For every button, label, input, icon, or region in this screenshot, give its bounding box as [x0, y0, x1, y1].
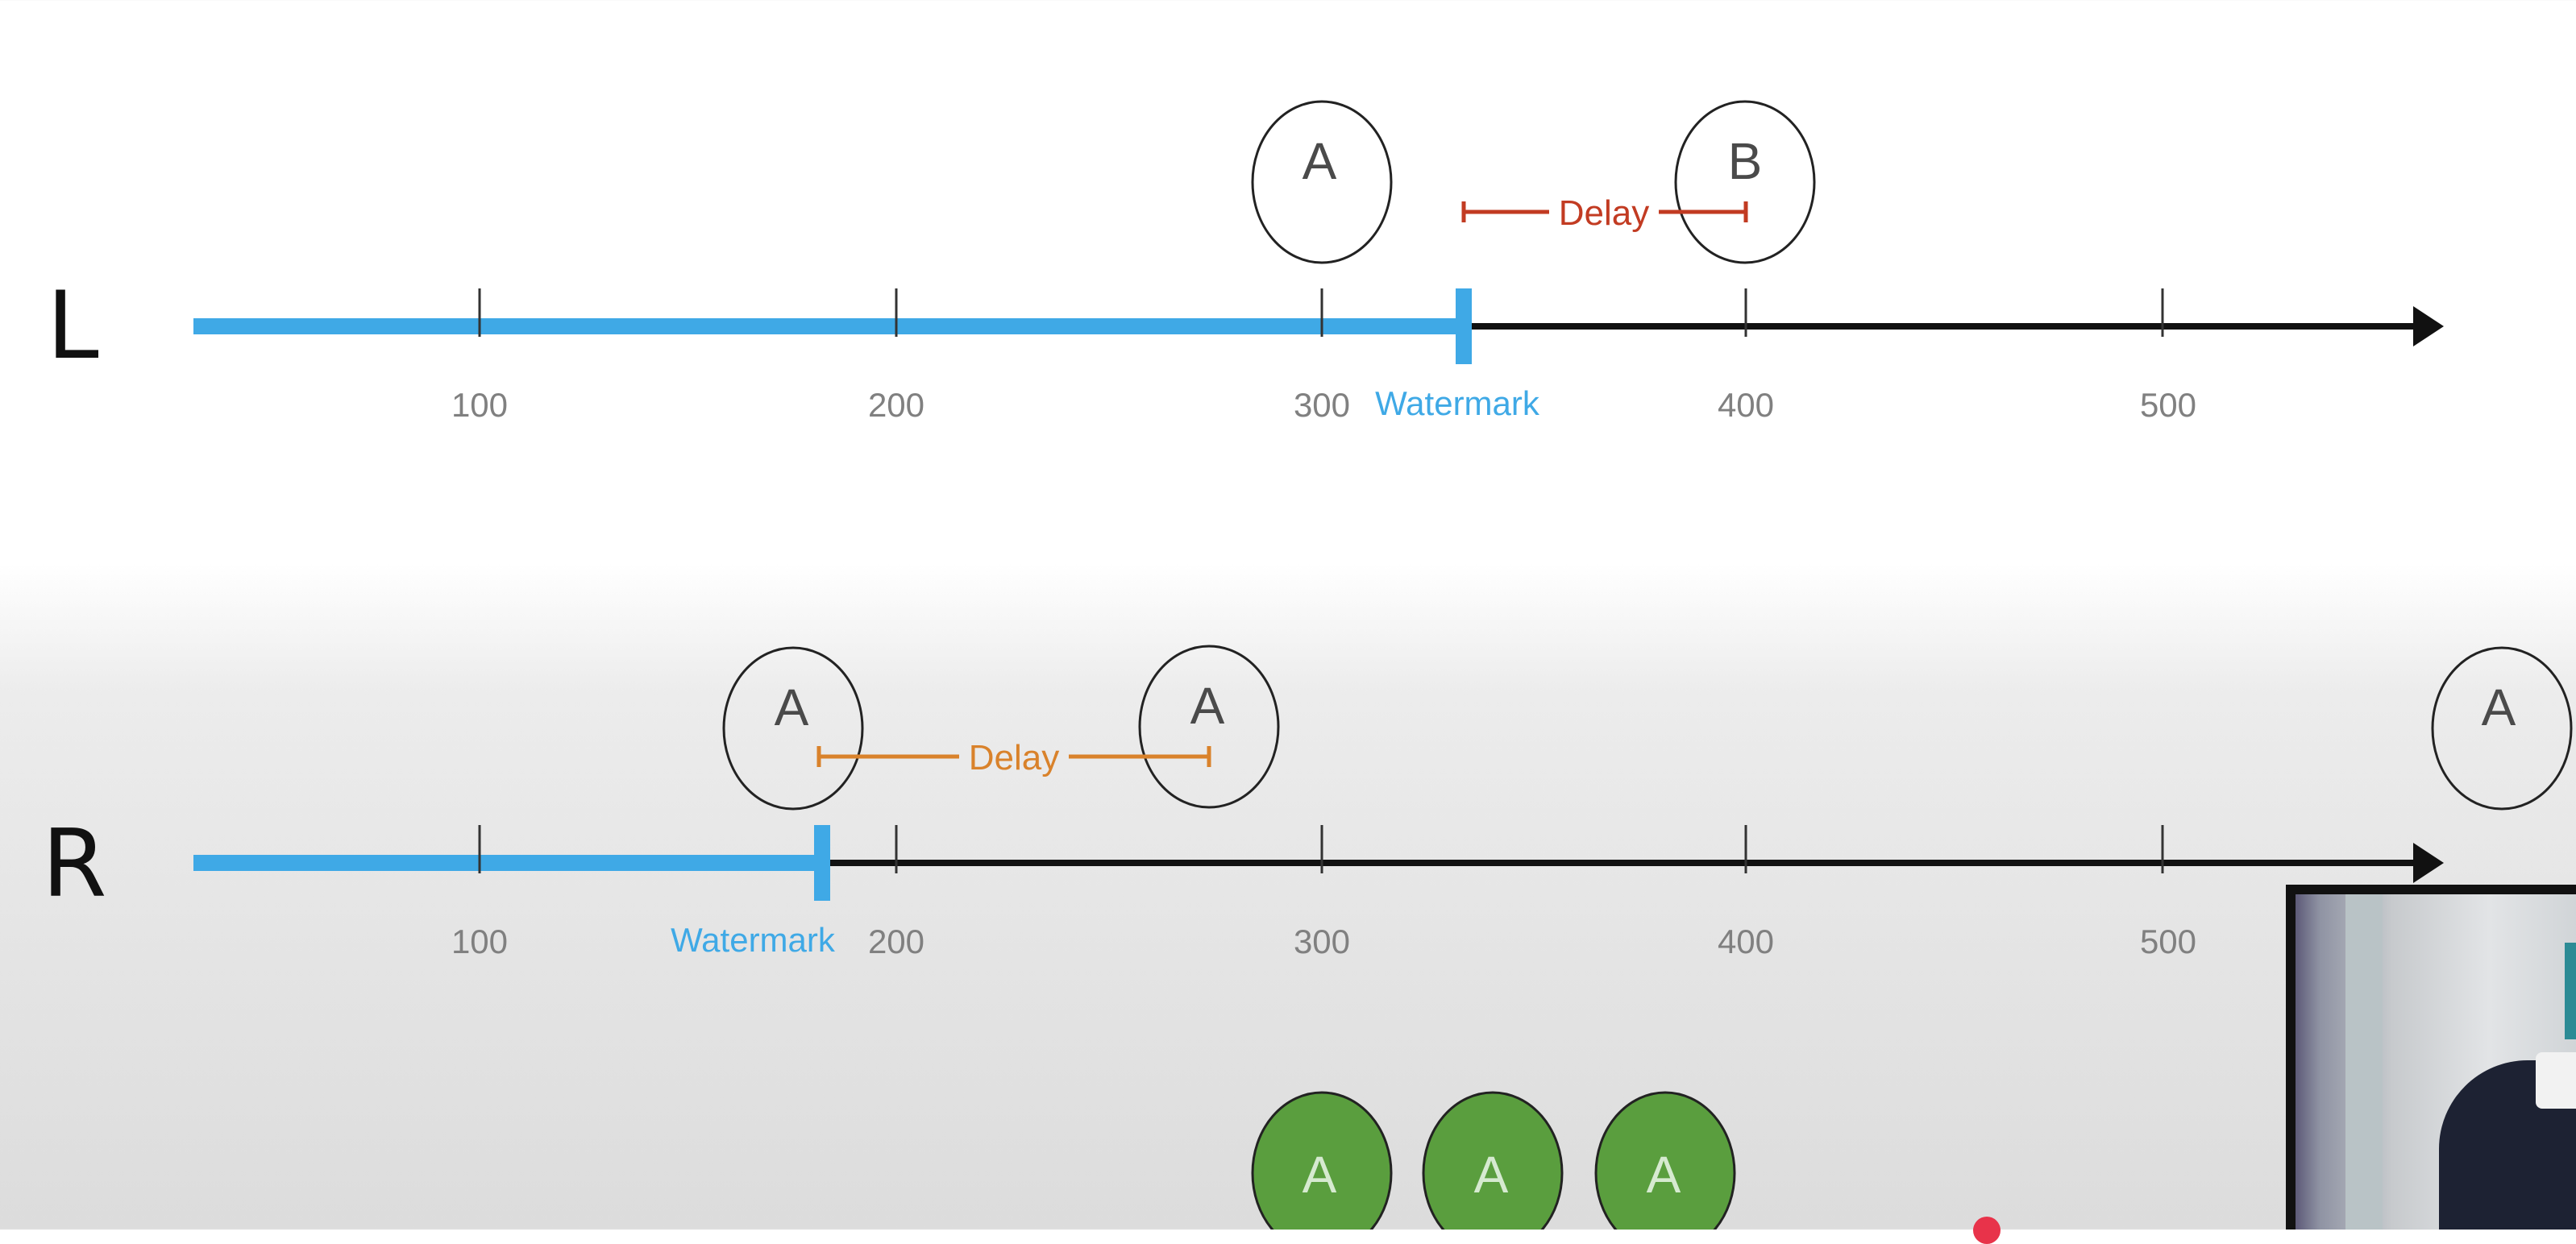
output-event-label: A [1647, 1146, 1681, 1204]
watermark-marker-l [1456, 288, 1472, 364]
event-label: A [775, 678, 809, 736]
tick-label: 500 [2140, 386, 2196, 424]
stream-join-diagram: L 100 200 300 400 500 Watermark A B Dela [42, 100, 2573, 1229]
tick-label: 200 [868, 923, 924, 960]
row-label-r: R [42, 810, 107, 918]
timeline-arrow-r [2413, 843, 2444, 883]
tick-label: 100 [451, 923, 508, 960]
row-r: R 100 200 300 400 500 Watermark A A A De… [42, 645, 2573, 960]
webcam-background [2345, 894, 2383, 1229]
tick-label: 500 [2140, 923, 2196, 960]
tick-label: 100 [451, 386, 508, 424]
tick-label: 400 [1718, 386, 1774, 424]
event-label: A [1190, 677, 1225, 735]
watermark-label-l: Watermark [1375, 384, 1540, 422]
tick-label: 300 [1294, 386, 1350, 424]
presenter-webcam [2286, 885, 2576, 1229]
webcam-feed [2296, 894, 2576, 1229]
watermark-label-r: Watermark [671, 921, 836, 959]
output-event-label: A [1303, 1146, 1337, 1204]
row-label-l: L [47, 272, 99, 380]
output-events: A A A [1251, 1091, 1736, 1229]
timeline-arrow-l [2413, 306, 2444, 346]
tick-label: 400 [1718, 923, 1774, 960]
event-label: A [1303, 132, 1337, 190]
pointer-dot [1973, 1217, 2001, 1244]
tick-label: 200 [868, 386, 924, 424]
row-l: L 100 200 300 400 500 Watermark A B Dela [47, 100, 2444, 424]
event-label: B [1728, 132, 1763, 190]
tick-label: 300 [1294, 923, 1350, 960]
delay-label-l: Delay [1559, 193, 1650, 233]
delay-label-r: Delay [969, 738, 1060, 778]
presenter-collar [2536, 1052, 2576, 1109]
output-event-label: A [1474, 1146, 1509, 1204]
watermark-marker-r [814, 825, 830, 901]
webcam-background-accent [2565, 943, 2576, 1039]
event-label: A [2482, 678, 2516, 736]
